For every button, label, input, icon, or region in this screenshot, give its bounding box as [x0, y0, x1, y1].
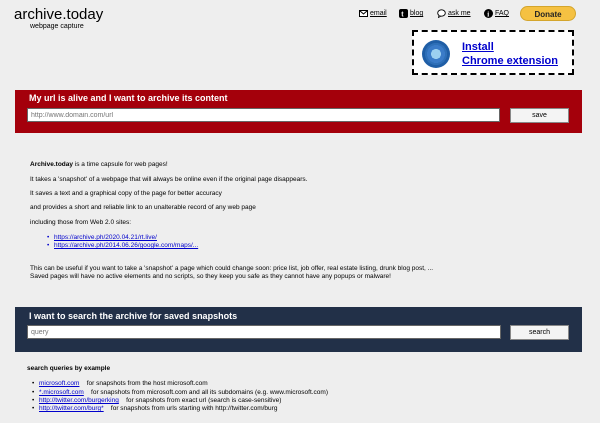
search-example-desc: for snapshots from urls starting with ht… — [110, 405, 278, 412]
svg-text:t: t — [401, 12, 404, 19]
search-example-query[interactable]: *.microsoft.com — [39, 389, 84, 396]
faq-link[interactable]: i FAQ — [484, 9, 509, 19]
tumblr-icon: t — [399, 9, 408, 19]
ask-me-link[interactable]: ask me — [437, 9, 471, 19]
chrome-icon — [422, 40, 450, 68]
search-panel-title: I want to search the archive for saved s… — [29, 311, 238, 321]
ask-me-link-label[interactable]: ask me — [448, 10, 471, 17]
donate-button[interactable]: Donate — [520, 6, 576, 21]
envelope-icon — [359, 9, 368, 18]
email-link[interactable]: email — [359, 9, 387, 18]
speech-bubble-icon — [437, 9, 446, 19]
blog-link[interactable]: t blog — [399, 9, 423, 19]
search-button[interactable]: search — [510, 325, 569, 340]
intro-text: Archive.today is a time capsule for web … — [30, 161, 168, 168]
faq-link-label[interactable]: FAQ — [495, 10, 509, 17]
about-line: It saves a text and a graphical copy of … — [30, 190, 222, 197]
site-subtitle: webpage capture — [30, 23, 84, 30]
chrome-extension-banner[interactable]: Install Chrome extension — [412, 30, 574, 75]
chrome-extension-line: Chrome extension — [462, 55, 558, 67]
install-line: Install — [462, 41, 494, 53]
info-icon: i — [484, 9, 493, 19]
search-example-query[interactable]: microsoft.com — [39, 380, 79, 387]
email-link-label[interactable]: email — [370, 10, 387, 17]
url-input[interactable] — [27, 108, 500, 122]
search-examples-heading: search queries by example — [27, 365, 111, 372]
save-button[interactable]: save — [510, 108, 569, 123]
intro-rest: is a time capsule for web pages! — [73, 161, 168, 168]
search-example-desc: for snapshots from microsoft.com and all… — [91, 389, 328, 396]
intro-bold: Archive.today — [30, 161, 73, 168]
search-panel: I want to search the archive for saved s… — [15, 307, 582, 352]
archive-panel: My url is alive and I want to archive it… — [15, 90, 582, 133]
site-logo[interactable]: archive.today — [14, 6, 103, 23]
archive-panel-title: My url is alive and I want to archive it… — [29, 93, 228, 103]
usage-line: Saved pages will have no active elements… — [30, 273, 391, 280]
search-example-query[interactable]: http://twitter.com/burg* — [39, 405, 104, 412]
search-example-row: *.microsoft.com for snapshots from micro… — [32, 389, 328, 396]
install-extension-link[interactable]: Install Chrome extension — [462, 40, 558, 68]
search-example-row: microsoft.com for snapshots from the hos… — [32, 380, 208, 387]
example-link[interactable]: https://archive.ph/2014.06.26/google.com… — [47, 242, 198, 249]
blog-link-label[interactable]: blog — [410, 10, 423, 17]
usage-line: This can be useful if you want to take a… — [30, 265, 434, 272]
about-line: It takes a 'snapshot' of a webpage that … — [30, 176, 308, 183]
svg-text:i: i — [487, 11, 489, 19]
about-line: including those from Web 2.0 sites: — [30, 219, 132, 226]
example-link[interactable]: https://archive.ph/2020.04.21/rt.live/ — [47, 234, 157, 241]
search-example-row: http://twitter.com/burg* for snapshots f… — [32, 405, 278, 412]
search-input[interactable] — [27, 325, 501, 339]
search-example-desc: for snapshots from exact url (search is … — [126, 397, 282, 404]
about-line: and provides a short and reliable link t… — [30, 204, 256, 211]
search-example-query[interactable]: http://twitter.com/burgerking — [39, 397, 119, 404]
search-example-desc: for snapshots from the host microsoft.co… — [86, 380, 208, 387]
search-example-row: http://twitter.com/burgerking for snapsh… — [32, 397, 282, 404]
